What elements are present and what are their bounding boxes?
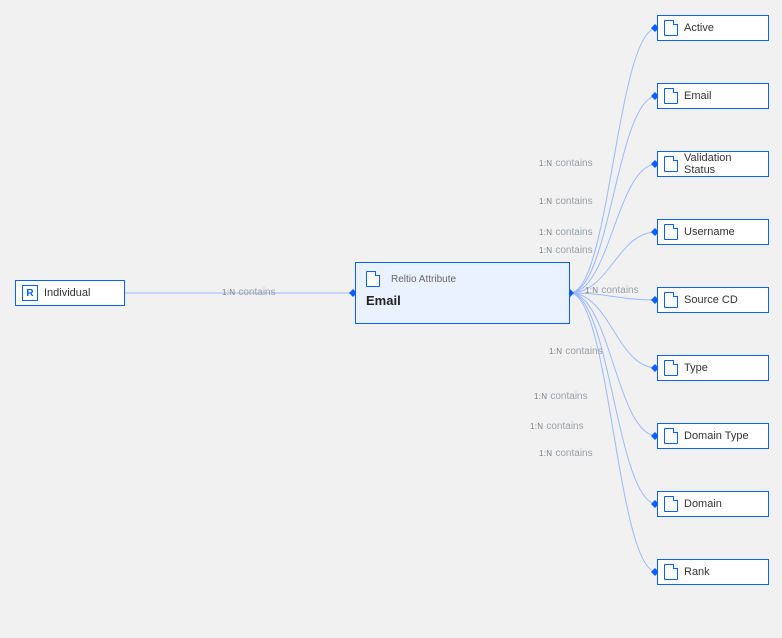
attribute-username[interactable]: Username [657,219,769,245]
attribute-label: Active [684,22,714,34]
edge-label-contains: 1:Ncontains [539,196,593,207]
attribute-title: Email [366,293,401,308]
attribute-label: Domain Type [684,430,749,442]
edge-cardinality: 1:N [539,449,552,458]
edge-label-contains: 1:Ncontains [539,227,593,238]
edge-cardinality: 1:N [222,288,235,297]
attribute-label: Domain [684,498,722,510]
edge-text: contains [555,158,592,169]
edge-text: contains [546,421,583,432]
edge-label-contains: 1:Ncontains [539,448,593,459]
edge-cardinality: 1:N [539,197,552,206]
attribute-label: Username [684,226,735,238]
edge-label-contains: 1:Ncontains [530,421,584,432]
edge-cardinality: 1:N [539,246,552,255]
attribute-subtitle: Reltio Attribute [391,274,456,285]
attribute-type[interactable]: Type [657,355,769,381]
attribute-label: Type [684,362,708,374]
attribute-source-cd[interactable]: Source CD [657,287,769,313]
edge-text: contains [555,448,592,459]
attribute-domain-type[interactable]: Domain Type [657,423,769,449]
edge-cardinality: 1:N [534,392,547,401]
edge-text: contains [550,391,587,402]
attribute-active[interactable]: Active [657,15,769,41]
edge-text: contains [238,287,275,298]
edge-text: contains [601,285,638,296]
attribute-domain[interactable]: Domain [657,491,769,517]
document-icon [664,88,678,104]
attribute-label: Email [684,90,712,102]
edge-label-contains: 1:Ncontains [539,245,593,256]
edge-label-contains: 1:Ncontains [534,391,588,402]
document-icon [664,292,678,308]
attribute-rank[interactable]: Rank [657,559,769,585]
edge-label-contains: 1:Ncontains [549,346,603,357]
attribute-label: Source CD [684,294,738,306]
attribute-validation-status[interactable]: Validation Status [657,151,769,177]
document-icon [664,224,678,240]
document-icon [366,271,380,287]
edge-label-contains: 1:Ncontains [539,158,593,169]
edge-text: contains [555,196,592,207]
edge-cardinality: 1:N [539,159,552,168]
edge-text: contains [565,346,602,357]
edge-label-contains: 1:Ncontains [585,285,639,296]
attribute-label: Validation Status [684,152,762,176]
document-icon [664,428,678,444]
attribute-label: Rank [684,566,710,578]
edge-cardinality: 1:N [539,228,552,237]
document-icon [664,360,678,376]
edge-cardinality: 1:N [549,347,562,356]
edge-text: contains [555,227,592,238]
attribute-email-group[interactable]: Reltio Attribute Email [355,262,570,324]
document-icon [664,496,678,512]
document-icon [664,156,678,172]
entity-label: Individual [44,287,90,299]
document-icon [664,564,678,580]
attribute-email[interactable]: Email [657,83,769,109]
document-icon [664,20,678,36]
edge-cardinality: 1:N [585,286,598,295]
edge-text: contains [555,245,592,256]
entity-individual[interactable]: R Individual [15,280,125,306]
edge-cardinality: 1:N [530,422,543,431]
edge-label-contains: 1:Ncontains [222,287,276,298]
reltio-icon: R [22,285,38,301]
